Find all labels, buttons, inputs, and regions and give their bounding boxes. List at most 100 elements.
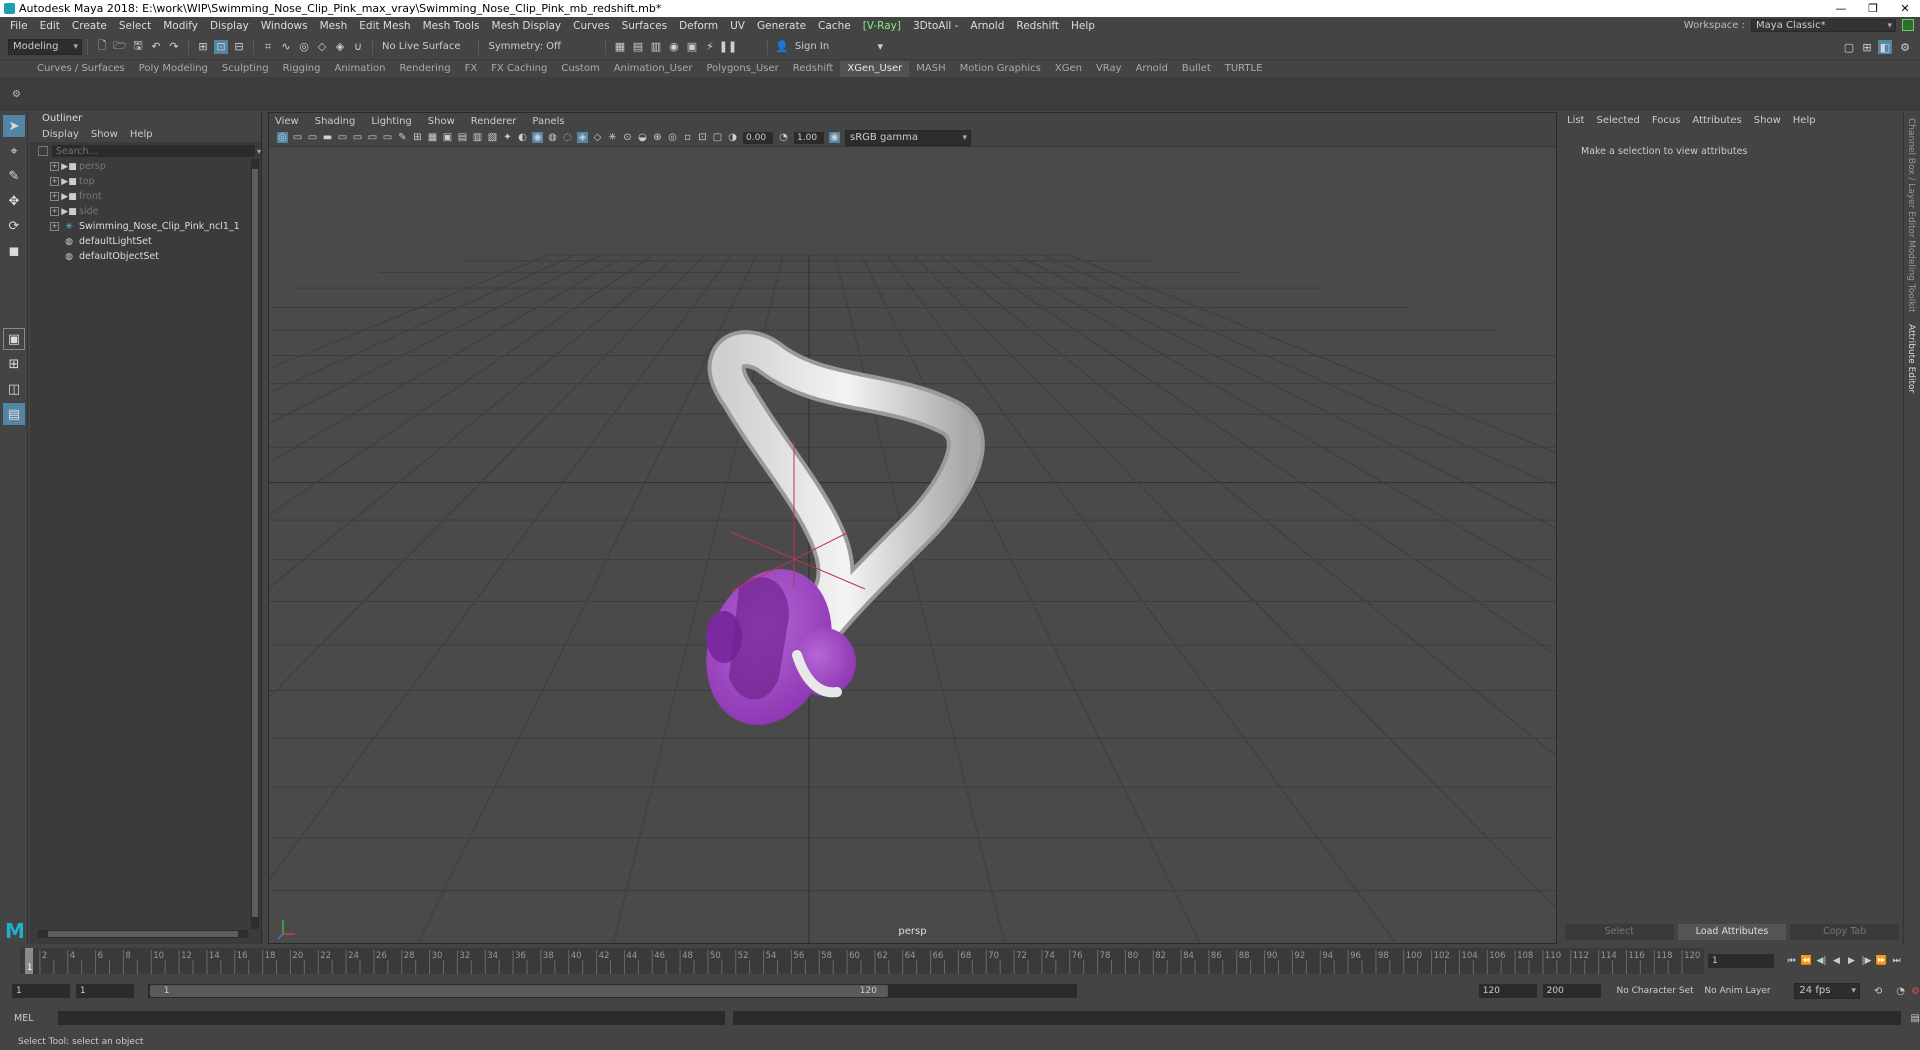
select-component-icon[interactable]: ⊟ [232, 40, 246, 54]
outliner-layout-icon[interactable]: ▤ [3, 403, 25, 425]
menu-3dtoall[interactable]: 3DtoAll - [907, 20, 964, 32]
film-gate-icon[interactable]: ▭ [337, 132, 348, 143]
menu-help[interactable]: Help [1065, 20, 1101, 32]
gate-mask-icon[interactable]: ▢ [712, 132, 723, 143]
shelf-tab-vray[interactable]: VRay [1089, 61, 1129, 77]
minimize-button[interactable]: — [1826, 0, 1856, 17]
render-ipr-icon[interactable]: ▤ [631, 40, 645, 54]
depth-of-field-icon[interactable]: ◇ [592, 132, 603, 143]
perspective-viewport[interactable]: View Shading Lighting Show Renderer Pane… [268, 112, 1557, 944]
shelf-tab-mash[interactable]: MASH [909, 61, 952, 77]
time-slider[interactable]: 2 4 6 8 10 12 14 16 18 20 22 24 26 28 30 32 34 36 38 40 42 44… [20, 948, 1704, 974]
menu-edit-mesh[interactable]: Edit Mesh [353, 20, 416, 32]
layout-outliner-icon[interactable]: ◧ [1878, 40, 1892, 54]
viewport-menu-panels[interactable]: Panels [532, 116, 564, 127]
render-settings-icon[interactable]: ▥ [649, 40, 663, 54]
command-input[interactable] [57, 1011, 725, 1025]
viewport-menu-shading[interactable]: Shading [315, 116, 356, 127]
isolate-icon[interactable]: ▫ [682, 132, 693, 143]
search-options-icon[interactable]: ▾ [257, 147, 261, 156]
new-scene-icon[interactable]: 🗋 [95, 39, 109, 54]
motion-blur-icon[interactable]: ◌ [562, 132, 573, 143]
menu-deform[interactable]: Deform [673, 20, 724, 32]
playback-end-field[interactable]: 120 [1478, 984, 1537, 998]
gamma-field[interactable]: 1.00 [794, 131, 824, 144]
open-scene-icon[interactable]: 🗁 [113, 39, 127, 54]
lights-icon[interactable]: ✦ [502, 132, 513, 143]
side-tab-attribute-editor[interactable]: Attribute Editor [1906, 324, 1916, 393]
animation-start-field[interactable]: 1 [12, 984, 70, 998]
outliner-item-default-object-set[interactable]: ◍ defaultObjectSet [30, 249, 250, 264]
sign-in-button[interactable]: Sign In [795, 41, 829, 52]
grid-toggle-icon[interactable]: ⊞ [412, 132, 423, 143]
color-management-icon[interactable]: ◉ [829, 132, 840, 143]
snap-view-plane-icon[interactable]: ◇ [315, 40, 329, 54]
select-tool-icon[interactable]: ➤ [3, 115, 25, 137]
exposure-field[interactable]: 0.00 [743, 131, 773, 144]
shelf-tab-xgen[interactable]: XGen [1048, 61, 1089, 77]
select-hierarchy-icon[interactable]: ⊞ [196, 40, 210, 54]
range-slider-handle[interactable] [149, 985, 888, 997]
single-perspective-layout-icon[interactable]: ▣ [3, 328, 25, 350]
animation-end-field[interactable]: 200 [1542, 984, 1601, 998]
copy-tab-button[interactable]: Copy Tab [1790, 924, 1900, 940]
shelf-tab-sculpting[interactable]: Sculpting [215, 61, 276, 77]
maximize-button[interactable]: ❐ [1858, 0, 1888, 17]
viewport-scene[interactable] [269, 147, 1557, 944]
menu-create[interactable]: Create [66, 20, 113, 32]
playback-prefs-icon[interactable]: ⚙ [1911, 986, 1920, 997]
snap-magnet-icon[interactable]: ∪ [351, 40, 365, 54]
shelf-tab-fx[interactable]: FX [458, 61, 485, 77]
shadows-icon[interactable]: ◐ [517, 132, 528, 143]
fps-dropdown[interactable]: 24 fps [1794, 983, 1860, 999]
menu-mesh-display[interactable]: Mesh Display [485, 20, 567, 32]
snap-curve-icon[interactable]: ∿ [279, 40, 293, 54]
filter-icon[interactable] [38, 146, 48, 156]
sign-in-dropdown-icon[interactable]: ▾ [873, 40, 887, 54]
viewport-menu-view[interactable]: View [275, 116, 299, 127]
menu-surfaces[interactable]: Surfaces [616, 20, 673, 32]
antialias-icon[interactable]: ◈ [577, 132, 588, 143]
default-lighting-icon[interactable]: ◉ [532, 132, 543, 143]
hypershade-icon[interactable]: ◉ [667, 40, 681, 54]
view-transform-dropdown[interactable]: sRGB gamma [845, 129, 971, 146]
expand-icon[interactable]: + [50, 207, 59, 216]
move-tool-icon[interactable]: ✥ [3, 190, 25, 212]
camera-attributes-icon[interactable]: ▭ [292, 132, 303, 143]
four-view-layout-icon[interactable]: ⊞ [3, 353, 25, 375]
auto-key-icon[interactable]: ◔ [1896, 986, 1905, 997]
save-scene-icon[interactable]: 🖫 [131, 39, 145, 54]
nose-clip-model[interactable] [685, 330, 985, 743]
shelf-tab-custom[interactable]: Custom [554, 61, 606, 77]
step-forward-key-icon[interactable]: ⏩ [1874, 954, 1889, 968]
safe-action-icon[interactable]: ▭ [382, 132, 393, 143]
attr-menu-help[interactable]: Help [1793, 115, 1816, 126]
script-language-toggle[interactable]: MEL [14, 1013, 44, 1024]
transform-icon[interactable]: ⊡ [697, 132, 708, 143]
attr-menu-focus[interactable]: Focus [1652, 115, 1681, 126]
layout-single-icon[interactable]: ▢ [1842, 40, 1856, 54]
gamma-icon[interactable]: ◔ [778, 132, 789, 143]
load-attributes-button[interactable]: Load Attributes [1677, 924, 1787, 940]
shelf-tab-motion-graphics[interactable]: Motion Graphics [953, 61, 1048, 77]
field-chart-icon[interactable]: ▭ [367, 132, 378, 143]
select-button[interactable]: Select [1565, 924, 1674, 940]
step-back-frame-icon[interactable]: ◀| [1814, 954, 1829, 968]
shelf-tab-rendering[interactable]: Rendering [392, 61, 457, 77]
close-button[interactable]: ✕ [1890, 0, 1920, 17]
isolate-select-icon[interactable]: ✳ [607, 132, 618, 143]
shelf-tab-poly-modeling[interactable]: Poly Modeling [132, 61, 215, 77]
select-object-icon[interactable]: ⊡ [214, 39, 228, 54]
step-forward-frame-icon[interactable]: |▶ [1859, 954, 1874, 968]
menu-mesh[interactable]: Mesh [314, 20, 354, 32]
settings-gear-icon[interactable]: ⚙ [1898, 40, 1912, 54]
snap-grid-icon[interactable]: ⌗ [261, 40, 275, 54]
outliner-menu-show[interactable]: Show [91, 129, 118, 140]
play-forwards-icon[interactable]: ▶ [1844, 954, 1859, 968]
shelf-tab-bullet[interactable]: Bullet [1175, 61, 1218, 77]
menu-vray[interactable]: [V-Ray] [857, 20, 907, 32]
expand-icon[interactable]: + [50, 162, 59, 171]
attr-menu-show[interactable]: Show [1754, 115, 1781, 126]
workspace-dropdown[interactable]: Maya Classic* [1751, 19, 1896, 32]
menu-edit[interactable]: Edit [34, 20, 66, 32]
